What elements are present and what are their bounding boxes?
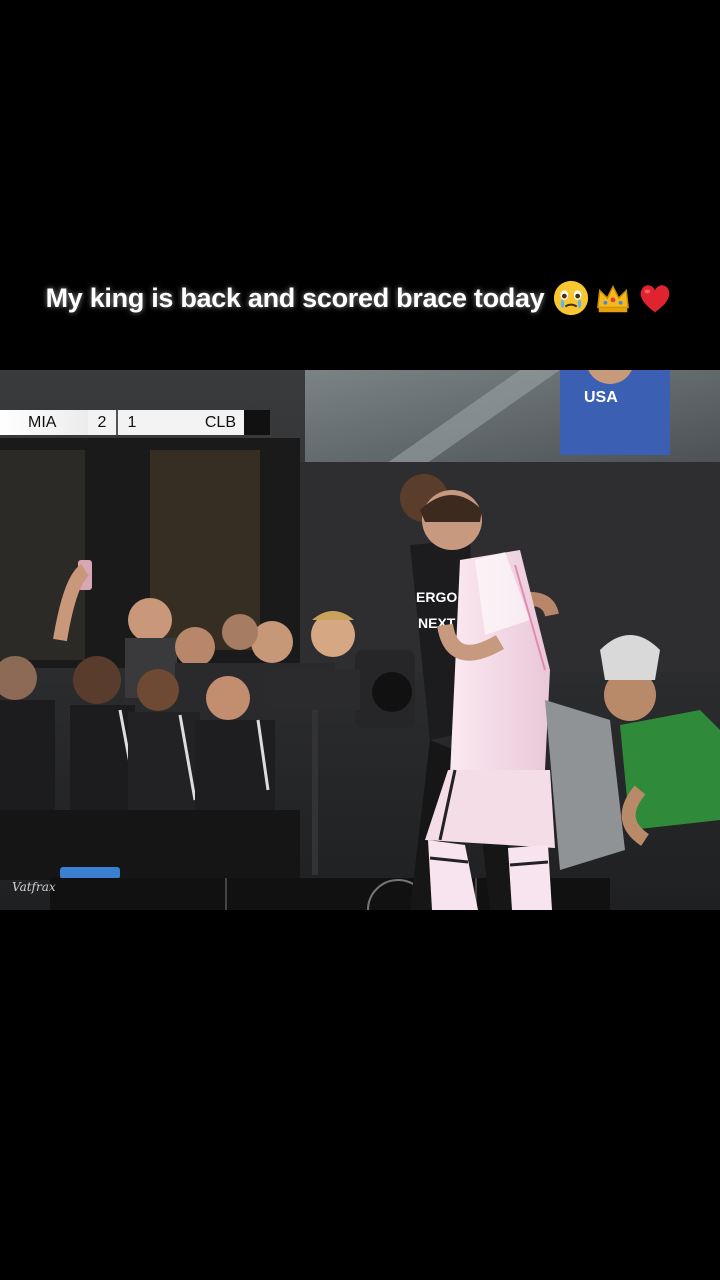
scoreboard: MIA 2 1 CLB	[0, 410, 270, 435]
caption-overlay: My king is back and scored brace today	[0, 272, 720, 324]
jersey-sponsor-line1: ERGO	[416, 589, 457, 605]
caption-text: My king is back and scored brace today	[45, 282, 545, 313]
away-team-label: CLB	[146, 410, 244, 435]
crown-emoji-icon	[597, 285, 630, 313]
home-score: 2	[88, 410, 116, 435]
usa-banner-text: USA	[584, 389, 618, 406]
stadium-scene-image: USA ERGO NEXT	[0, 370, 720, 910]
red-heart-emoji-icon	[641, 285, 670, 313]
scoreboard-end-cap	[244, 410, 270, 435]
home-team-label: MIA	[0, 410, 88, 435]
video-frame[interactable]: USA ERGO NEXT MIA 2 1 CLB Vatfrax	[0, 370, 720, 910]
away-score: 1	[118, 410, 146, 435]
video-screen[interactable]: My king is back and scored brace today U…	[0, 0, 720, 1280]
caption-emojis	[552, 279, 674, 317]
crying-face-emoji-icon	[554, 280, 589, 316]
creator-watermark: Vatfrax	[12, 880, 56, 894]
